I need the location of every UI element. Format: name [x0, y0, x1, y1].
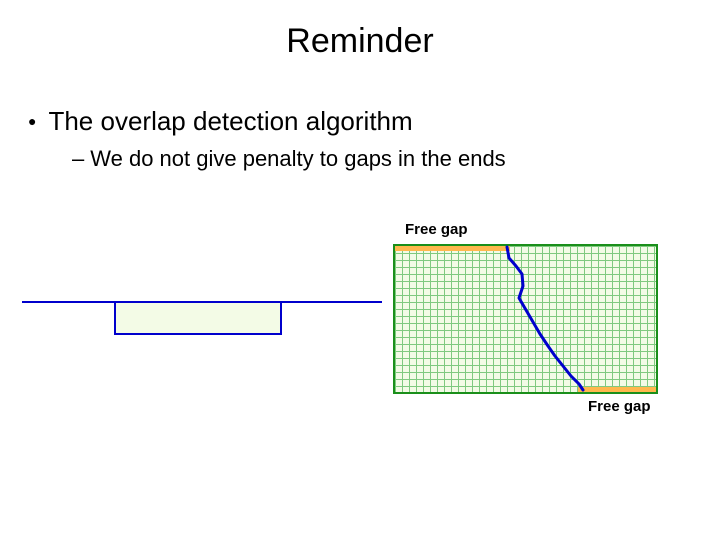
overlap-region-box: [114, 301, 282, 335]
dp-traceback-path: [393, 244, 658, 394]
overlap-schematic: [22, 295, 382, 345]
dp-grid-diagram: [393, 244, 658, 394]
sub-bullet-item: – We do not give penalty to gaps in the …: [72, 146, 506, 172]
slide-title: Reminder: [0, 22, 720, 61]
bullet-marker: ●: [28, 113, 36, 129]
bullet-text: The overlap detection algorithm: [48, 106, 412, 137]
sub-bullet-text: We do not give penalty to gaps in the en…: [90, 146, 505, 172]
free-gap-label-top: Free gap: [405, 221, 468, 238]
bullet-item: ● The overlap detection algorithm: [28, 106, 413, 137]
free-gap-label-bottom: Free gap: [588, 398, 651, 415]
sub-bullet-marker: –: [72, 146, 84, 172]
